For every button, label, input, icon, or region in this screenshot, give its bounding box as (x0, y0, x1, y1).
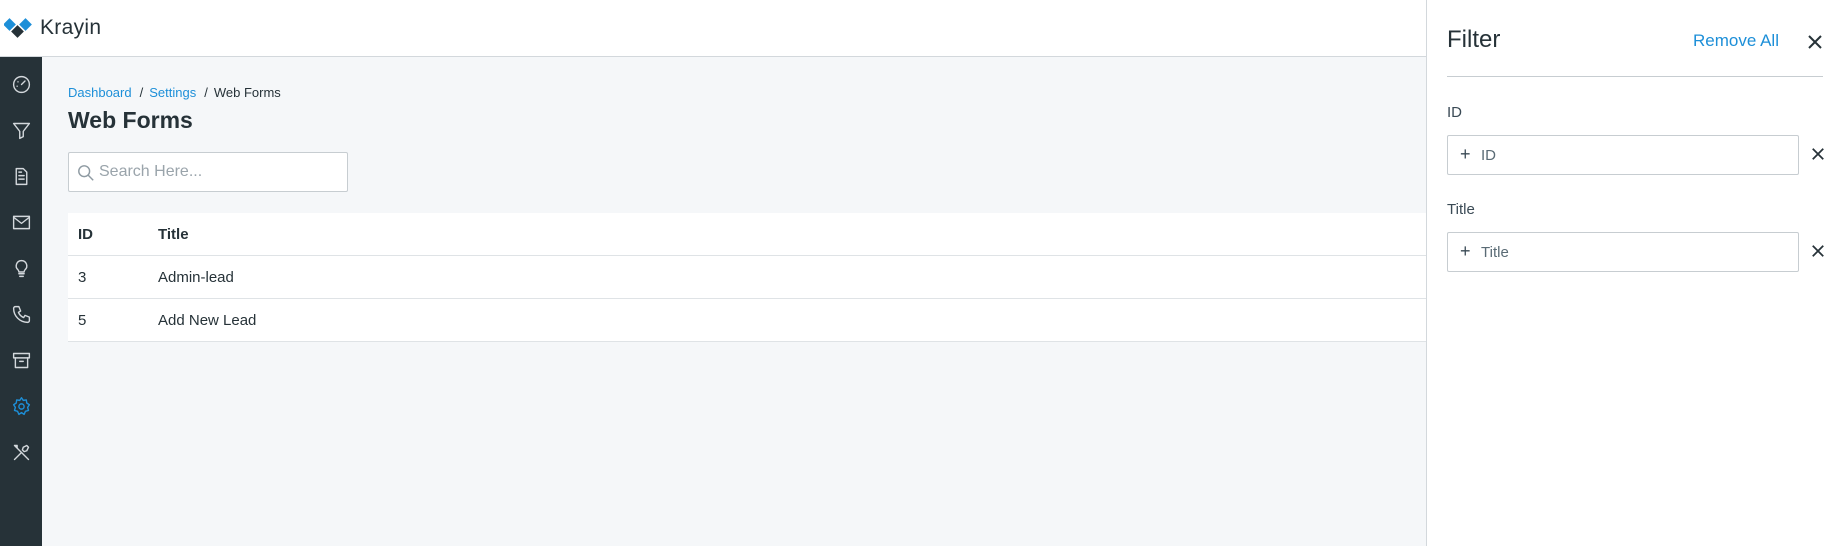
breadcrumb-separator: / (139, 85, 144, 100)
cell-title: Add New Lead (158, 312, 257, 329)
sidebar-item-quotes[interactable] (0, 154, 42, 198)
column-header-title[interactable]: Title (158, 226, 189, 243)
plus-icon: + (1460, 144, 1471, 164)
dashboard-icon (12, 75, 30, 93)
column-header-id[interactable]: ID (78, 226, 93, 243)
table-row[interactable]: 3 Admin-lead (68, 256, 1428, 299)
cell-title: Admin-lead (158, 269, 234, 286)
close-icon (1808, 35, 1822, 49)
funnel-icon (12, 122, 30, 139)
mail-icon (12, 215, 30, 229)
breadcrumb-separator: / (204, 85, 208, 100)
sidebar-item-contacts[interactable] (0, 292, 42, 336)
sidebar-item-settings[interactable] (0, 384, 42, 428)
search-input[interactable] (99, 153, 344, 191)
cell-id: 3 (78, 269, 87, 286)
close-icon (1812, 148, 1824, 160)
document-icon (15, 167, 27, 185)
brand-name: Krayin (40, 16, 102, 39)
krayin-logo-icon (4, 18, 32, 38)
plus-icon: + (1460, 241, 1471, 261)
close-filter-button[interactable] (1807, 34, 1823, 50)
page-title: Web Forms (68, 107, 193, 133)
brand-logo[interactable]: Krayin (4, 16, 101, 40)
filter-panel: Filter Remove All ID + ID Title + Title (1426, 0, 1842, 546)
sidebar-item-activities[interactable] (0, 246, 42, 290)
breadcrumb-settings[interactable]: Settings (149, 85, 196, 100)
close-icon (1812, 245, 1824, 257)
remove-all-button[interactable]: Remove All (1693, 31, 1779, 51)
clear-id-filter-button[interactable] (1811, 147, 1825, 161)
filter-label-id: ID (1447, 104, 1462, 121)
sidebar-item-leads[interactable] (0, 108, 42, 152)
breadcrumb-dashboard[interactable]: Dashboard (68, 85, 132, 100)
sidebar-item-products[interactable] (0, 338, 42, 382)
sidebar-item-dashboard[interactable] (0, 62, 42, 106)
tools-icon (13, 444, 29, 460)
sidebar-item-configuration[interactable] (0, 430, 42, 474)
sidebar-item-mail[interactable] (0, 200, 42, 244)
cell-id: 5 (78, 312, 87, 329)
search-box (68, 152, 348, 192)
sidebar (0, 57, 42, 546)
web-forms-table: ID Title 3 Admin-lead 5 Add New Lead (68, 213, 1428, 342)
breadcrumb: Dashboard / Settings / Web Forms (68, 85, 281, 100)
filter-add-title-field[interactable]: + Title (1447, 232, 1799, 272)
table-row[interactable]: 5 Add New Lead (68, 299, 1428, 342)
phone-icon (12, 305, 30, 323)
divider (1447, 76, 1823, 77)
clear-title-filter-button[interactable] (1811, 244, 1825, 258)
table-header-row: ID Title (68, 213, 1428, 256)
filter-label-title: Title (1447, 201, 1475, 218)
filter-add-id-field[interactable]: + ID (1447, 135, 1799, 175)
breadcrumb-current: Web Forms (213, 85, 281, 100)
filter-panel-title: Filter (1447, 26, 1501, 53)
filter-placeholder-title: Title (1481, 244, 1509, 261)
lightbulb-icon (15, 259, 27, 277)
filter-placeholder-id: ID (1481, 147, 1496, 164)
archive-icon (12, 352, 30, 368)
search-icon (78, 165, 94, 181)
gear-icon (12, 396, 30, 415)
